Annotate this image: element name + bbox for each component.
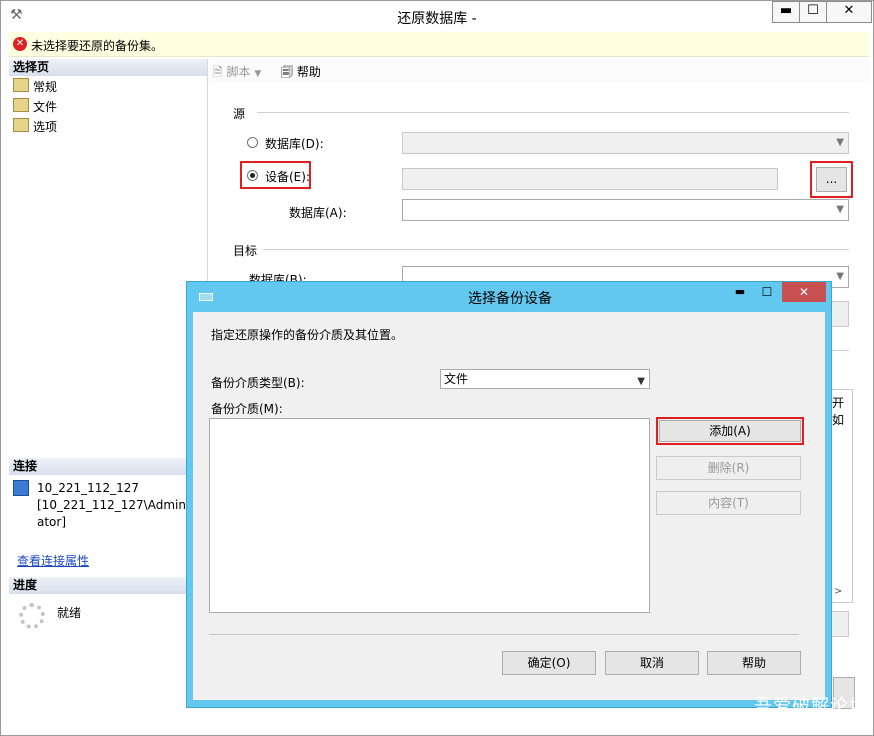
chevron-down-icon: ▼ [637, 376, 645, 387]
help-button[interactable]: 🗐 帮助 [281, 63, 321, 84]
device-path-field[interactable] [402, 168, 778, 190]
toolbar: 🗎 脚本 ▼ 🗐 帮助 [209, 59, 869, 83]
error-icon: ✕ [13, 37, 27, 51]
page-icon [13, 78, 29, 92]
help-label: 帮助 [296, 65, 321, 79]
dialog-close-button[interactable]: ✕ [782, 282, 826, 302]
help-icon: 🗐 [281, 65, 293, 79]
page-icon [13, 118, 29, 132]
window-title: 还原数据库 - [397, 11, 477, 27]
source-database-select[interactable]: ▼ [402, 132, 849, 154]
left-pane: 选择页 常规 文件 选项 连接 10_221_112_127 [10_221_1… [9, 59, 208, 659]
script-icon: 🗎 [213, 65, 223, 79]
dialog-maximize-button[interactable]: ☐ [754, 282, 780, 302]
source-divider [257, 112, 849, 113]
page-label: 文件 [33, 100, 58, 114]
error-message: 未选择要还原的备份集。 [31, 39, 164, 53]
source-db-label: 数据库(A): [289, 206, 347, 220]
cancel-button[interactable]: 取消 [605, 651, 699, 675]
target-group-label: 目标 [233, 244, 258, 258]
error-bar: ✕ 未选择要还原的备份集。 [9, 32, 869, 57]
browse-button[interactable]: ... [816, 167, 847, 192]
dialog-body: 指定还原操作的备份介质及其位置。 备份介质类型(B): 文件 ▼ 备份介质(M)… [193, 312, 825, 700]
connection-header: 连接 [9, 458, 207, 475]
page-label: 选项 [33, 120, 58, 134]
script-label: 脚本 [226, 65, 251, 79]
page-item-options[interactable]: 选项 [13, 118, 57, 136]
dialog-divider [209, 634, 799, 635]
ok-button[interactable]: 确定(O) [502, 651, 596, 675]
remove-button[interactable]: 删除(R) [656, 456, 801, 480]
server-icon [13, 480, 29, 496]
source-db-dropdown[interactable]: ▼ [402, 199, 849, 221]
select-page-header: 选择页 [9, 59, 207, 76]
server-name: 10_221_112_127 [37, 481, 139, 495]
database-radio-label: 数据库(D): [265, 137, 324, 151]
media-type-label: 备份介质类型(B): [211, 376, 305, 390]
chevron-down-icon: ▼ [836, 271, 844, 282]
page-item-files[interactable]: 文件 [13, 98, 57, 116]
watermark-line1: 吾爱破解论坛 [754, 696, 868, 717]
watermark-line2: www.52pojie.cn [773, 718, 868, 732]
grid-header-partial: 开如 [832, 396, 845, 427]
media-type-value: 文件 [444, 372, 469, 386]
dialog-description: 指定还原操作的备份介质及其位置。 [211, 328, 404, 342]
chevron-down-icon: ▼ [254, 69, 262, 79]
progress-status: 就绪 [57, 606, 82, 620]
title-bar: ⚒ 还原数据库 - ▬ ☐ ✕ [1, 1, 873, 31]
device-radio-label: 设备(E): [265, 170, 310, 184]
dialog-help-button[interactable]: 帮助 [707, 651, 801, 675]
minimize-button[interactable]: ▬ [772, 1, 800, 23]
media-label: 备份介质(M): [211, 402, 283, 416]
device-radio[interactable] [247, 170, 258, 181]
select-backup-device-dialog: 选择备份设备 ▬ ☐ ✕ 指定还原操作的备份介质及其位置。 备份介质类型(B):… [186, 281, 832, 708]
media-type-dropdown[interactable]: 文件 ▼ [440, 369, 650, 389]
database-radio[interactable] [247, 137, 258, 148]
chevron-down-icon: ▼ [836, 204, 844, 215]
user-name-line2: ator] [37, 515, 67, 529]
add-button[interactable]: 添加(A) [659, 420, 801, 442]
close-button[interactable]: ✕ [826, 1, 872, 23]
page-item-general[interactable]: 常规 [13, 78, 57, 96]
script-button[interactable]: 🗎 脚本 ▼ [213, 63, 261, 84]
user-name-line1: [10_221_112_127\Administr [37, 498, 206, 512]
progress-spinner-icon [19, 603, 45, 629]
source-group-label: 源 [233, 107, 246, 121]
backup-media-list[interactable] [209, 418, 650, 613]
progress-header: 进度 [9, 577, 207, 594]
page-icon [13, 98, 29, 112]
view-connection-properties-link[interactable]: 查看连接属性 [17, 552, 89, 569]
page-label: 常规 [33, 80, 58, 94]
contents-button[interactable]: 内容(T) [656, 491, 801, 515]
maximize-button[interactable]: ☐ [799, 1, 827, 23]
dialog-minimize-button[interactable]: ▬ [727, 282, 753, 302]
chevron-down-icon: ▼ [836, 137, 844, 148]
watermark: 吾爱破解论坛 www.52pojie.cn [754, 692, 868, 732]
target-divider [263, 249, 849, 250]
scroll-right-icon[interactable]: > [834, 586, 842, 597]
